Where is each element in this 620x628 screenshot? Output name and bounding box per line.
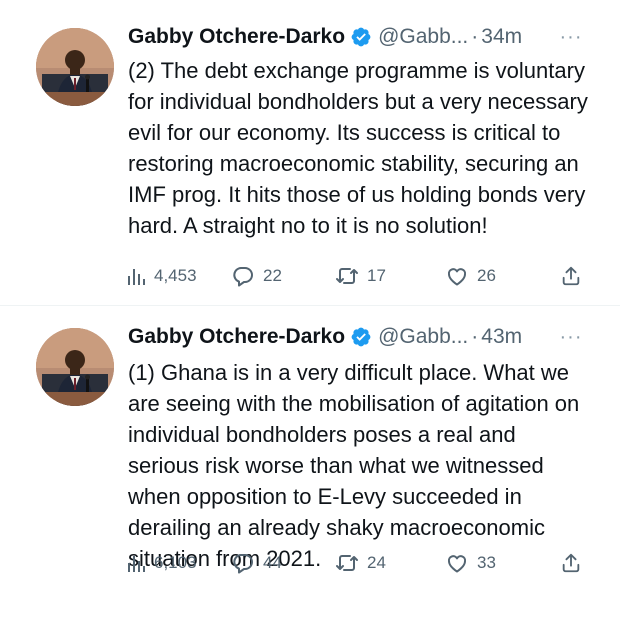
timestamp[interactable]: 34m (481, 25, 522, 49)
reply-count: 22 (263, 266, 282, 285)
avatar-photo (36, 328, 114, 406)
tweet[interactable]: Gabby Otchere-Darko @Gabb... · 34m ··· (… (0, 0, 620, 306)
views-icon (128, 269, 145, 285)
separator-dot: · (471, 25, 479, 48)
tweet-header: Gabby Otchere-Darko @Gabb... · 43m ··· (128, 322, 584, 352)
retweet-count: 17 (367, 266, 386, 285)
views-button[interactable]: 6,103 (126, 548, 231, 578)
tweet[interactable]: Gabby Otchere-Darko @Gabb... · 43m ··· (… (0, 306, 620, 628)
share-button[interactable] (557, 548, 582, 578)
tweet-text: (2) The debt exchange programme is volun… (128, 58, 588, 238)
like-count: 26 (477, 266, 496, 285)
like-button[interactable]: 26 (445, 261, 557, 291)
author-name[interactable]: Gabby Otchere-Darko (128, 25, 345, 49)
verified-badge-icon (351, 327, 371, 347)
retweet-count: 24 (367, 553, 386, 572)
tweet-text: (1) Ghana is in a very difficult place. … (128, 360, 580, 571)
views-button[interactable]: 4,453 (126, 261, 231, 291)
reply-button[interactable]: 44 (231, 548, 335, 578)
reply-count: 44 (263, 553, 282, 572)
author-handle[interactable]: @Gabb... (378, 25, 468, 49)
reply-icon (233, 554, 253, 574)
more-options-icon[interactable]: ··· (558, 322, 584, 352)
retweet-button[interactable]: 17 (335, 261, 445, 291)
views-count: 4,453 (154, 266, 197, 285)
tweet-actions: 4,453 22 17 26 (126, 261, 582, 291)
separator-dot: · (471, 325, 479, 348)
retweet-button[interactable]: 24 (335, 548, 445, 578)
tweet-header: Gabby Otchere-Darko @Gabb... · 34m ··· (128, 22, 584, 52)
like-icon (447, 555, 467, 573)
author-name[interactable]: Gabby Otchere-Darko (128, 325, 345, 349)
views-icon (128, 556, 145, 572)
like-icon (447, 268, 467, 286)
timestamp[interactable]: 43m (481, 325, 522, 349)
tweet-feed: Gabby Otchere-Darko @Gabb... · 34m ··· (… (0, 0, 620, 628)
like-button[interactable]: 33 (445, 548, 557, 578)
verified-badge-icon (351, 27, 371, 47)
share-icon (562, 553, 580, 573)
share-button[interactable] (557, 261, 582, 291)
reply-button[interactable]: 22 (231, 261, 335, 291)
author-handle[interactable]: @Gabb... (378, 325, 468, 349)
avatar[interactable] (36, 328, 114, 406)
views-count: 6,103 (154, 553, 197, 572)
more-options-icon[interactable]: ··· (558, 22, 584, 52)
share-icon (562, 266, 580, 286)
avatar-photo (36, 28, 114, 106)
avatar[interactable] (36, 28, 114, 106)
tweet-actions: 6,103 44 24 33 (126, 548, 582, 578)
reply-icon (233, 267, 253, 287)
retweet-icon (336, 268, 358, 284)
like-count: 33 (477, 553, 496, 572)
retweet-icon (336, 555, 358, 571)
